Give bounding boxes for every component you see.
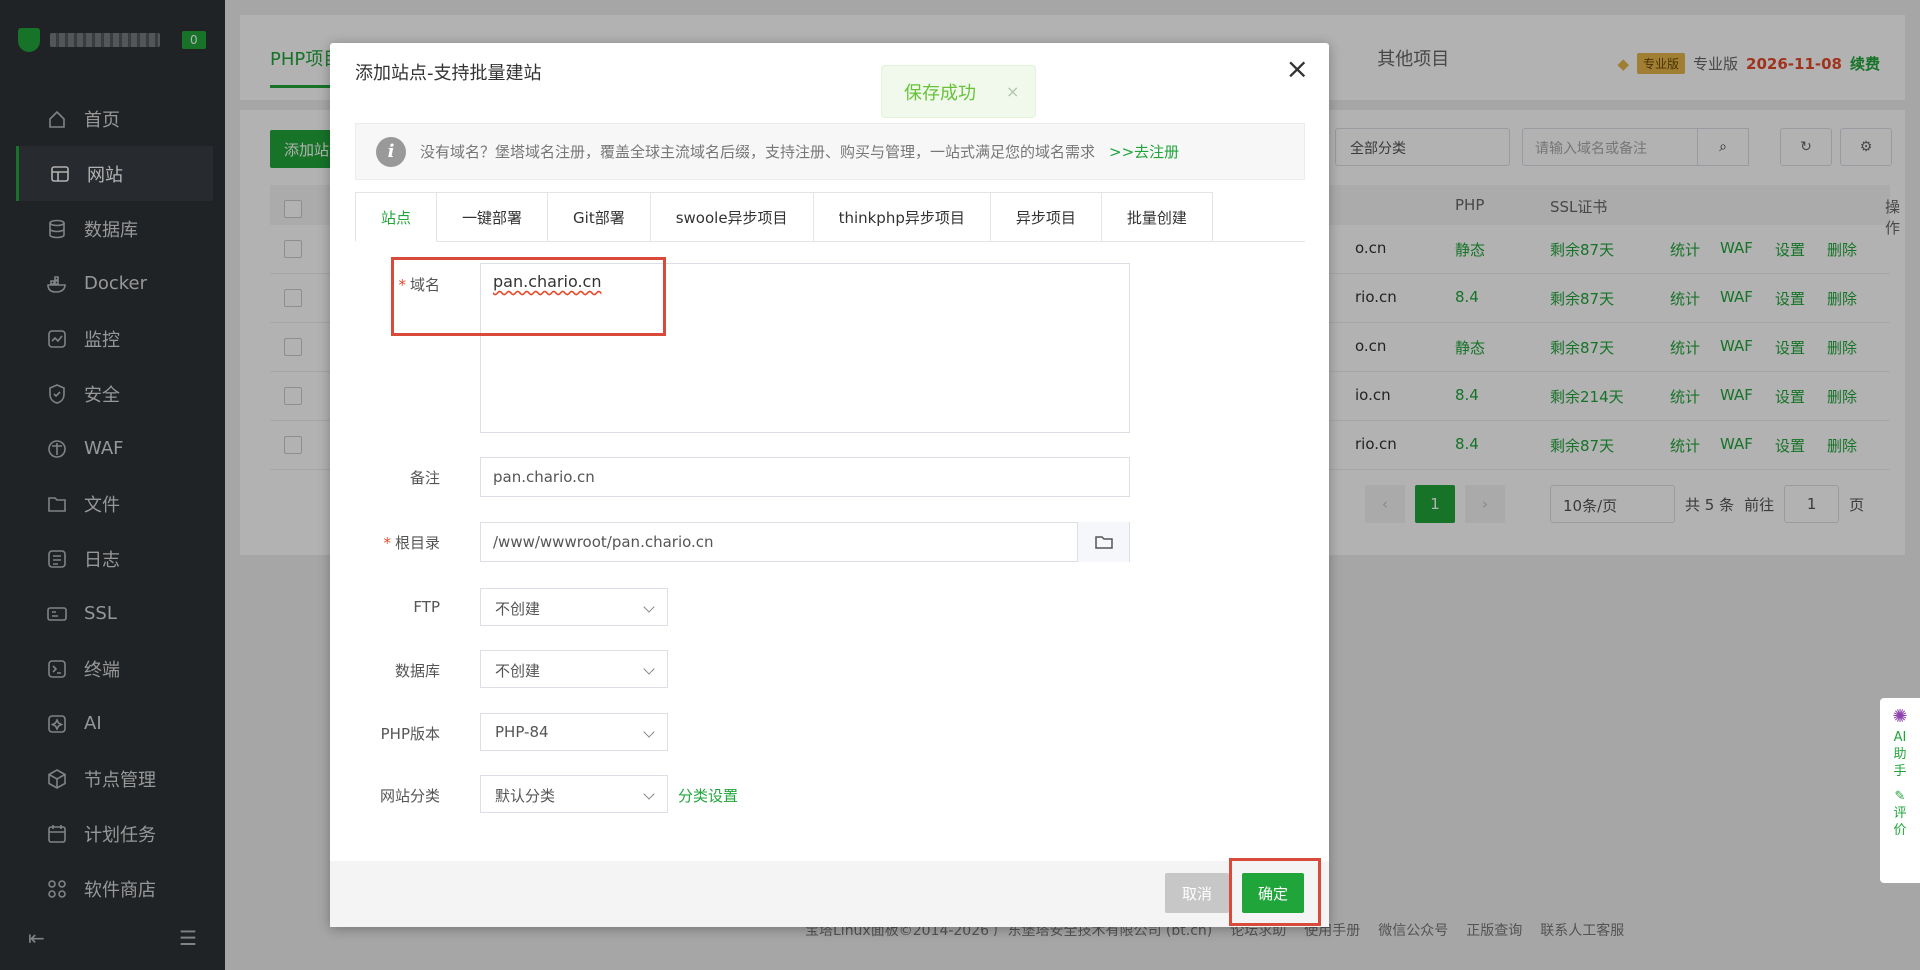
php-version-select[interactable]: PHP-84	[480, 713, 668, 751]
ai-robot-icon: ✺	[1892, 706, 1908, 727]
ftp-label: FTP	[413, 598, 440, 616]
domain-notice: i 没有域名？堡塔域名注册，覆盖全球主流域名后缀，支持注册、购买与管理，一站式满…	[355, 123, 1305, 180]
edit-icon: ✎	[1894, 789, 1906, 804]
chevron-down-icon	[643, 601, 655, 613]
site-category-label: 网站分类	[379, 787, 440, 805]
domain-highlight-box	[391, 257, 666, 336]
cancel-button[interactable]: 取消	[1165, 873, 1229, 913]
info-icon: i	[376, 136, 406, 167]
dialog-tab[interactable]: swoole异步项目	[650, 192, 814, 242]
toast-close-icon[interactable]: ×	[1006, 82, 1019, 101]
php-version-label: PHP版本	[380, 725, 440, 743]
ftp-select[interactable]: 不创建	[480, 588, 668, 626]
remark-input[interactable]: pan.chario.cn	[480, 457, 1130, 497]
database-select[interactable]: 不创建	[480, 650, 668, 688]
review-label[interactable]: 评价	[1893, 805, 1907, 839]
dialog-title: 添加站点-支持批量建站	[355, 63, 542, 84]
register-link[interactable]: >>去注册	[1109, 141, 1179, 162]
dialog-tab[interactable]: thinkphp异步项目	[813, 192, 991, 242]
close-icon[interactable]: ×	[1286, 55, 1309, 83]
dialog-tab[interactable]: 异步项目	[990, 192, 1102, 242]
database-label: 数据库	[394, 662, 440, 680]
dialog-footer: 取消 确定	[330, 861, 1329, 927]
root-dir-label: * 根目录	[383, 534, 440, 552]
site-category-select[interactable]: 默认分类	[480, 775, 668, 813]
chevron-down-icon	[643, 726, 655, 738]
dialog-tab[interactable]: 一键部署	[437, 192, 549, 242]
dialog-tab[interactable]: 站点	[355, 192, 438, 242]
root-dir-input[interactable]: /www/wwwroot/pan.chario.cn	[480, 522, 1130, 562]
ai-helper-panel[interactable]: ✺ AI助手 ✎ 评价	[1880, 698, 1920, 883]
add-site-dialog: 添加站点-支持批量建站 × i 没有域名？堡塔域名注册，覆盖全球主流域名后缀，支…	[330, 43, 1329, 927]
notice-text: 没有域名？堡塔域名注册，覆盖全球主流域名后缀，支持注册、购买与管理，一站式满足您…	[420, 143, 1096, 161]
dialog-tabs: 站点 一键部署 Git部署 swoole异步项目 thinkphp异步项目 异步项目 批量创…	[355, 192, 1305, 242]
dialog-tab[interactable]: 批量创建	[1101, 192, 1213, 242]
confirm-highlight-box	[1229, 858, 1321, 926]
remark-label: 备注	[409, 469, 440, 487]
category-settings-link[interactable]: 分类设置	[678, 785, 738, 806]
toast-message: 保存成功	[904, 82, 976, 104]
success-toast: 保存成功 ×	[881, 65, 1036, 118]
chevron-down-icon	[643, 663, 655, 675]
ai-helper-label[interactable]: AI助手	[1893, 729, 1907, 780]
chevron-down-icon	[643, 788, 655, 800]
dialog-tab[interactable]: Git部署	[548, 192, 651, 242]
folder-icon[interactable]	[1077, 522, 1129, 562]
